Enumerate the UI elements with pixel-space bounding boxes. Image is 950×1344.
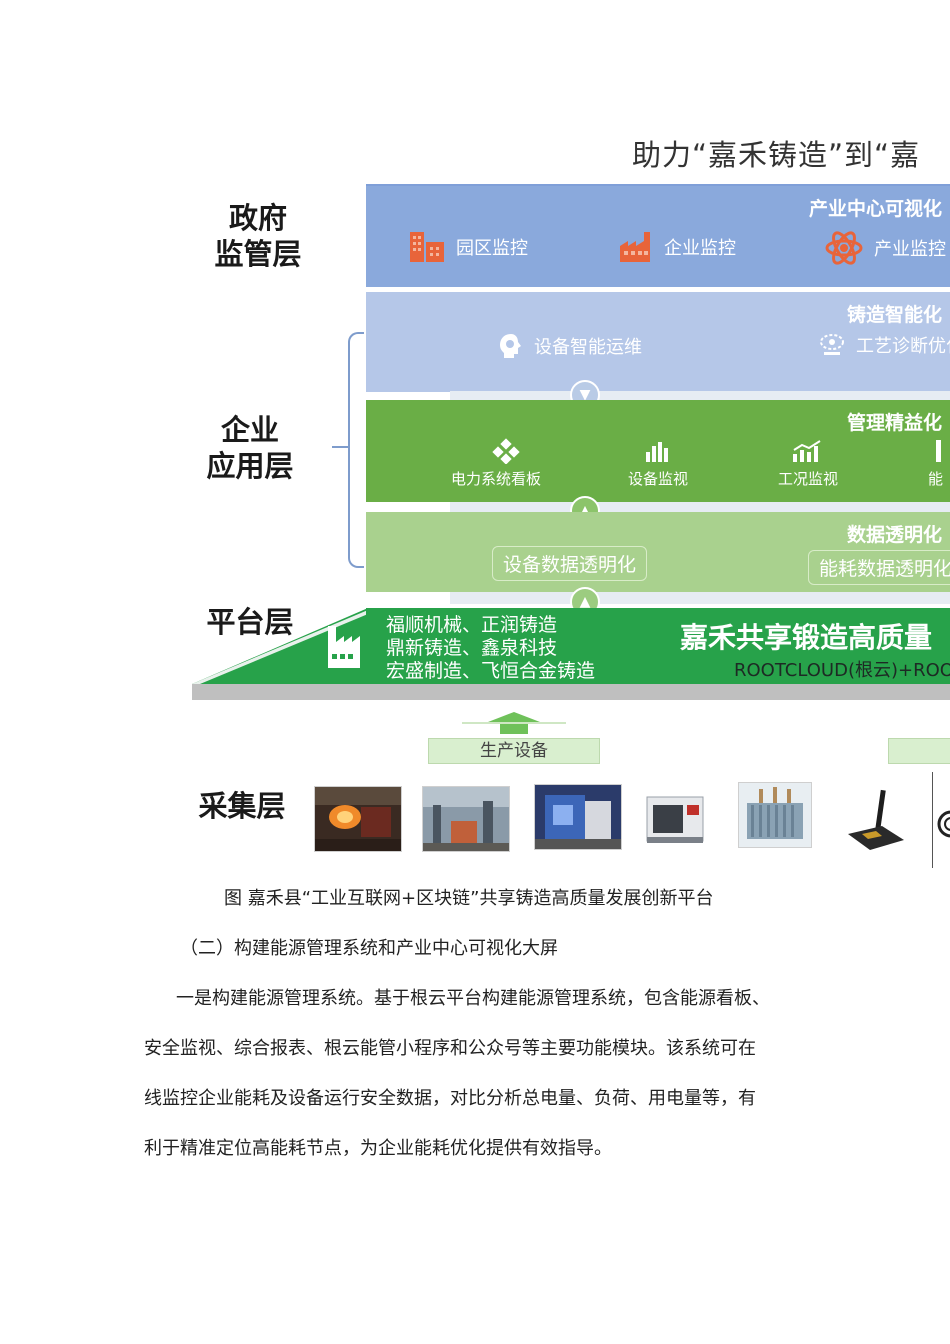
up-arrow-icon (462, 712, 566, 734)
gov-item-enterprise-label: 企业监控 (664, 238, 736, 259)
enterprise-bracket-tick (332, 446, 350, 448)
line-chart-icon (793, 440, 821, 462)
antenna-gateway-photo (842, 786, 908, 856)
enterprise-bracket (348, 332, 364, 568)
platform-firms: 福顺机械、正润铸造 鼎新铸造、鑫泉科技 宏盛制造、飞恒合金铸造 (386, 614, 595, 683)
management-band: 管理精益化 电力系统看板 设备监视 工况监视 能 (366, 400, 950, 502)
mgmt-item-energy-label: 能 (928, 470, 944, 488)
mgmt-item-power: 电力系统看板 (451, 438, 554, 489)
diagnosis-icon (820, 334, 844, 355)
platform-main-title: 嘉禾共享锻造高质量 (680, 621, 933, 654)
smart-band-header: 铸造智能化 (846, 304, 942, 326)
mgmt-item-equipment: 设备监视 (628, 438, 688, 489)
gov-item-park: 园区监控 (408, 230, 528, 264)
mgmt-band-header: 管理精益化 (846, 412, 942, 434)
gov-item-industry-label: 产业监控 (874, 239, 946, 260)
data-band: 数据透明化 设备数据透明化 能耗数据透明化 (366, 512, 950, 592)
gov-band-header: 产业中心可视化 (808, 198, 942, 220)
power-icon (492, 438, 520, 465)
workshop-photo (422, 786, 510, 852)
paragraph-line: 安全监视、综合报表、根云能管小程序和公众号等主要功能模块。该系统可在 (144, 1038, 756, 1059)
mgmt-item-condition: 工况监视 (778, 438, 838, 489)
gov-item-enterprise: 企业监控 (618, 230, 736, 264)
band-connector (450, 592, 950, 604)
platform-firm-line: 宏盛制造、飞恒合金铸造 (386, 660, 596, 682)
production-box-cropped (888, 738, 950, 764)
data-pill-energy: 能耗数据透明化 (808, 550, 950, 585)
band-connector (450, 502, 950, 512)
government-band: 产业中心可视化 园区监控 企业监控 产业监控 (366, 184, 950, 287)
collection-layer-label: 采集层 (198, 789, 286, 823)
factory-icon (620, 232, 650, 262)
production-equipment-label: 生产设备 (428, 738, 600, 764)
figure-title: 助力“嘉禾铸造”到“嘉 (632, 138, 921, 172)
platform-base (192, 684, 950, 700)
mgmt-item-power-label: 电力系统看板 (450, 470, 541, 488)
government-layer-label: 政府 监管层 (214, 201, 302, 271)
section-heading: （二）构建能源管理系统和产业中心可视化大屏 (180, 938, 558, 959)
smart-item-diagnosis: 工艺诊断优化 (818, 332, 950, 358)
cable-sensor-photo (932, 772, 950, 868)
paragraph-line: 一是构建能源管理系统。基于根云平台构建能源管理系统，包含能源看板、 (176, 988, 770, 1009)
cnc-machine-photo (638, 786, 714, 850)
mgmt-item-equipment-label: 设备监视 (628, 470, 689, 488)
head-gear-icon (500, 334, 521, 358)
buildings-icon (410, 232, 444, 262)
data-band-header: 数据透明化 (846, 524, 942, 546)
paragraph-line: 利于精准定位高能耗节点，为企业能耗优化提供有效指导。 (144, 1138, 612, 1159)
foundry-molten-metal-photo (314, 786, 402, 852)
platform-subtitle: ROOTCLOUD(根云)+ROOT (734, 660, 950, 681)
factory-icon (328, 626, 360, 668)
smart-item-maintenance-label: 设备智能运维 (534, 337, 642, 358)
energy-icon (936, 440, 941, 462)
smart-band: 铸造智能化 设备智能运维 工艺诊断优化 (366, 292, 950, 392)
figure-caption: 图 嘉禾县“工业互联网+区块链”共享铸造高质量发展创新平台 (224, 888, 714, 909)
gov-item-industry: 产业监控 (824, 230, 946, 266)
gov-item-park-label: 园区监控 (456, 238, 528, 259)
smart-item-diagnosis-label: 工艺诊断优化 (856, 336, 950, 357)
enterprise-layer-label: 企业 应用层 (206, 413, 294, 483)
bar-chart-icon (646, 442, 668, 462)
smart-item-maintenance: 设备智能运维 (498, 332, 642, 360)
platform-firm-line: 福顺机械、正润铸造 (386, 614, 558, 636)
atom-icon (825, 231, 863, 265)
platform-firm-line: 鼎新铸造、鑫泉科技 (386, 637, 558, 659)
mgmt-item-condition-label: 工况监视 (778, 470, 839, 488)
platform-band: 福顺机械、正润铸造 鼎新铸造、鑫泉科技 宏盛制造、飞恒合金铸造 嘉禾共享锻造高质… (328, 608, 950, 686)
mgmt-item-energy: 能 (928, 438, 950, 489)
paragraph-line: 线监控企业能耗及设备运行安全数据，对比分析总电量、负荷、用电量等，有 (144, 1088, 756, 1109)
data-pill-equipment: 设备数据透明化 (492, 546, 648, 581)
furnace-machine-photo (534, 784, 622, 850)
transformer-photo (738, 782, 812, 848)
